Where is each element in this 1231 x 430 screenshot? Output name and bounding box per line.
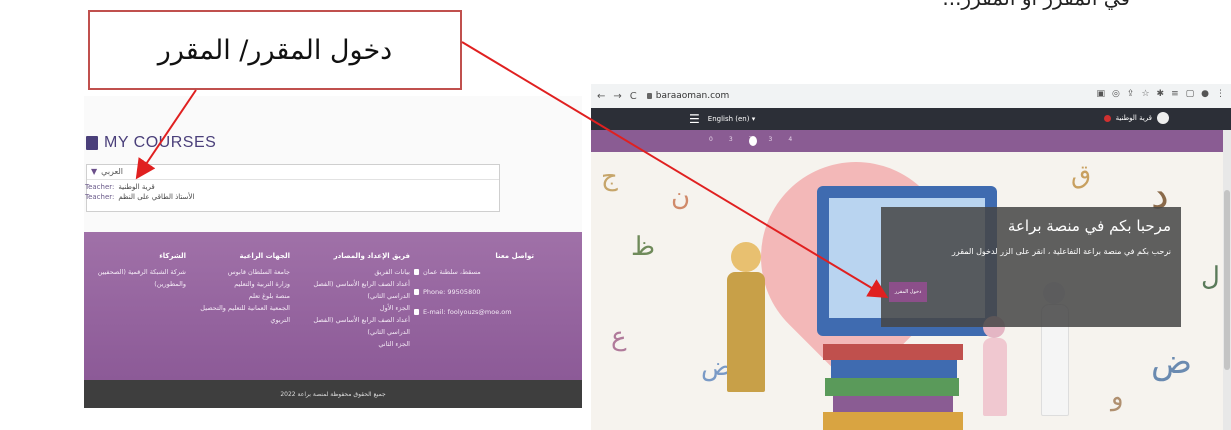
decorative-letter: ن: [671, 182, 691, 212]
star-icon[interactable]: ☆: [1141, 89, 1149, 99]
scrollbar[interactable]: [1223, 130, 1231, 430]
book-icon: [86, 136, 98, 150]
phone-icon: [414, 289, 419, 295]
address-bar[interactable]: baraaoman.com: [646, 91, 729, 101]
tab-list-icon[interactable]: ≡: [1171, 89, 1179, 99]
decorative-letter: ض: [1151, 342, 1193, 382]
teacher-line: Teacher: الأستاذ الطاقي على النظم: [85, 193, 195, 201]
divider: [87, 179, 499, 180]
top-partial-text: في المقرر أو المقرر...: [690, 0, 1130, 10]
decorative-letter: ل: [1201, 262, 1220, 292]
welcome-box: مرحبا بكم في منصة براعة نرحب بكم في منصة…: [881, 207, 1181, 327]
share-icon[interactable]: ⇪: [1127, 89, 1135, 99]
back-icon[interactable]: ←: [597, 91, 605, 102]
teacher-line: Teacher: قرية الوطنية: [85, 183, 155, 191]
decorative-letter: ج: [601, 162, 618, 192]
slider-strip: 03734: [591, 130, 1231, 152]
decorative-books: [823, 344, 963, 430]
course-card[interactable]: ▼ العربي Teacher: قرية الوطنية Teacher: ال…: [85, 164, 500, 212]
site-topbar: ☰ English (en) ▾ قرية الوطنية: [591, 108, 1231, 130]
welcome-title: مرحبا بكم في منصة براعة: [1007, 217, 1171, 235]
footer-link[interactable]: منصة بلوغ تعلم: [190, 290, 290, 302]
footer-link[interactable]: الجزء الثاني: [290, 338, 410, 350]
footer-sponsors: الجهات الراعية جامعة السلطان قابوس وزارة…: [190, 250, 290, 326]
footer-email[interactable]: E-mail: foolyouzs@moe.om: [414, 306, 534, 318]
forward-icon[interactable]: →: [613, 91, 621, 102]
user-menu[interactable]: قرية الوطنية: [1103, 112, 1169, 124]
enter-course-button[interactable]: دخول المقرر: [889, 282, 927, 302]
translate-icon[interactable]: ▣: [1097, 89, 1106, 99]
footer-team: فريق الإعداد والمصادر بيانات الفريق أعدا…: [290, 250, 410, 350]
bell-icon[interactable]: [1103, 114, 1111, 122]
decorative-letter: ع: [611, 322, 627, 352]
footer-location: مسقط، سلطنة عمان: [414, 266, 534, 278]
email-icon: [414, 309, 419, 315]
footer-link[interactable]: شركة الشبكة الرقمية (الصحفيين والمطورين): [86, 266, 186, 290]
slider-active-dot[interactable]: [749, 136, 757, 146]
decorative-letter: و: [1111, 382, 1124, 412]
footer-link[interactable]: جامعة السلطان قابوس: [190, 266, 290, 278]
location-icon: [414, 269, 419, 275]
my-courses-screenshot: MY COURSES ▼ العربي Teacher: قرية الوطنية…: [84, 96, 582, 408]
footer-link[interactable]: بيانات الفريق: [290, 266, 410, 278]
extension-icon[interactable]: ✱: [1157, 89, 1165, 99]
footer-link[interactable]: أعداد الصف الرابع الأساسي (الفصل الدراسي…: [290, 278, 410, 302]
browser-tools: ▣ ◎ ⇪ ☆ ✱ ≡ ▢ ● ⋮: [1097, 89, 1225, 99]
my-courses-heading: MY COURSES: [86, 134, 216, 152]
home-page-screenshot: ← → C baraaoman.com ▣ ◎ ⇪ ☆ ✱ ≡ ▢ ● ⋮ ☰ …: [591, 84, 1231, 430]
chevron-down-icon: ▼: [91, 167, 98, 176]
footer-link[interactable]: وزارة التربية والتعليم: [190, 278, 290, 290]
hero-banner: ج ظ ن ع ض ق د ض ل و مرحبا بكم في منصة بر…: [591, 152, 1223, 430]
zoom-icon[interactable]: ◎: [1112, 89, 1120, 99]
decorative-letter: ظ: [631, 232, 656, 262]
footer-link[interactable]: أعداد الصف الرابع الأساسي (الفصل الدراسي…: [290, 314, 410, 338]
window-icon[interactable]: ▢: [1186, 89, 1195, 99]
browser-toolbar: ← → C baraaoman.com ▣ ◎ ⇪ ☆ ✱ ≡ ▢ ● ⋮: [591, 84, 1231, 109]
reload-icon[interactable]: C: [630, 91, 637, 102]
footer-link[interactable]: الجزء الأول: [290, 302, 410, 314]
footer-partners: الشركاء شركة الشبكة الرقمية (الصحفيين وا…: [86, 250, 186, 290]
footer-link[interactable]: الجمعية العمانية للتعليم والتحصيل التربو…: [190, 302, 290, 326]
footer-phone[interactable]: Phone: 99505800: [414, 286, 534, 298]
welcome-description: نرحب بكم في منصة براعة التفاعلية ، انقر …: [951, 247, 1171, 256]
menu-icon[interactable]: ☰: [689, 112, 700, 126]
language-selector[interactable]: English (en) ▾: [708, 115, 755, 123]
callout-text: دخول المقرر/ المقرر: [157, 34, 393, 66]
lock-icon: [646, 93, 652, 99]
callout-box: دخول المقرر/ المقرر: [88, 10, 462, 90]
more-icon[interactable]: ⋮: [1216, 89, 1225, 99]
decorative-letter: ق: [1071, 160, 1092, 190]
course-toggle[interactable]: ▼ العربي: [91, 167, 123, 176]
user-avatar-icon[interactable]: [1157, 112, 1169, 124]
user-name[interactable]: قرية الوطنية: [1116, 114, 1152, 122]
copyright: جميع الحقوق محفوظة لمنصة براعة 2022: [84, 380, 582, 408]
profile-icon[interactable]: ●: [1201, 89, 1209, 99]
site-footer: تواصل معنا مسقط، سلطنة عمان Phone: 99505…: [84, 232, 582, 380]
footer-contact: تواصل معنا مسقط، سلطنة عمان Phone: 99505…: [414, 250, 534, 318]
course-name[interactable]: العربي: [101, 167, 123, 176]
